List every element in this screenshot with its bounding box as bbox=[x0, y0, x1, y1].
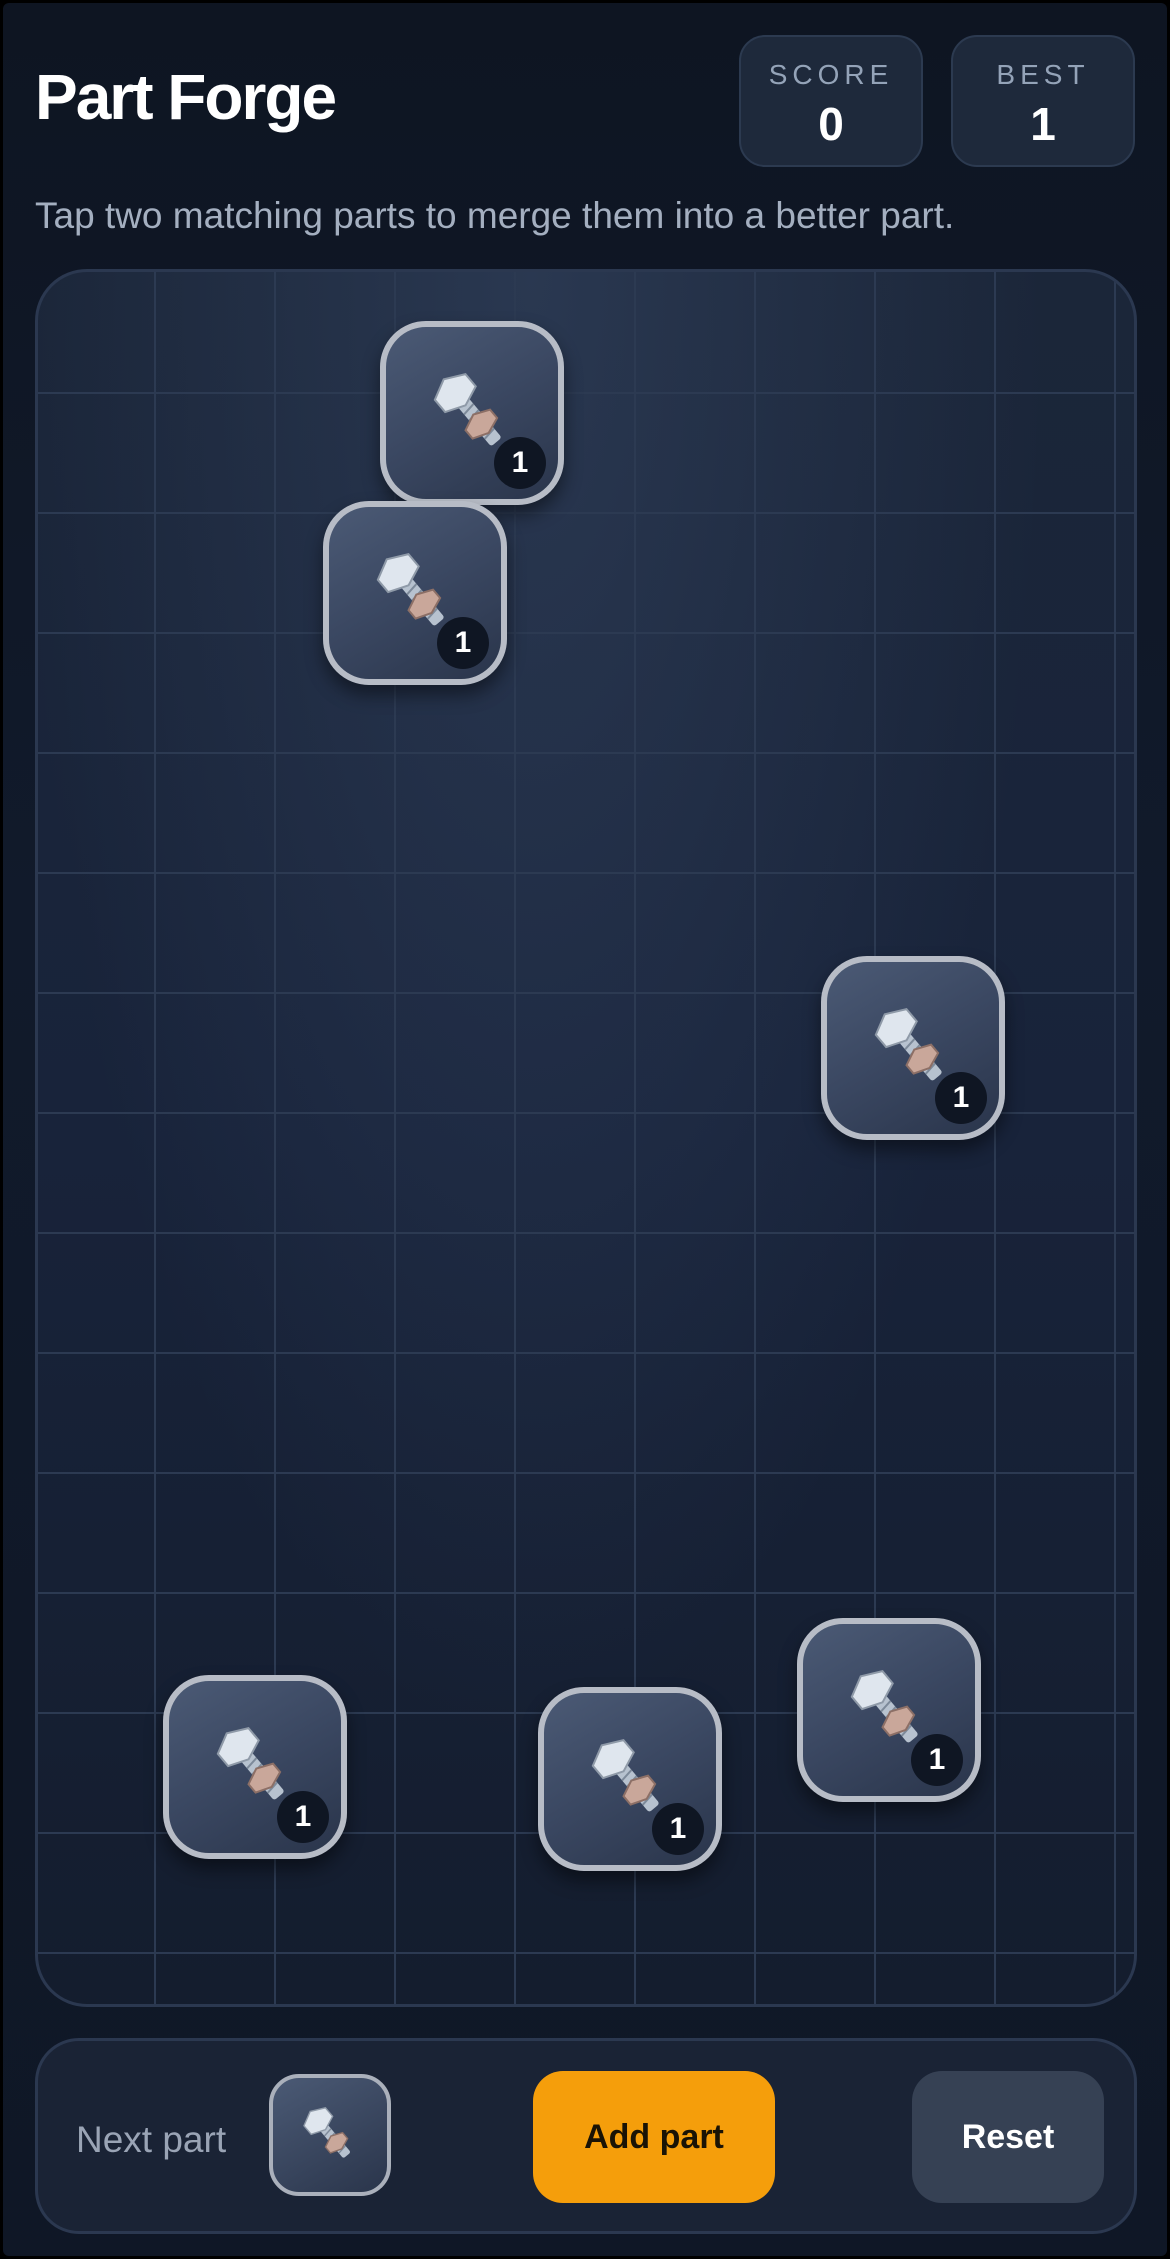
bolt-and-nut-icon bbox=[303, 2106, 350, 2158]
next-part-label: Next part bbox=[76, 2119, 227, 2160]
control-bar: Next part Add part Reset bbox=[35, 2038, 1137, 2234]
part-tile[interactable]: 1 bbox=[163, 1675, 347, 1859]
part-tile[interactable]: 1 bbox=[380, 321, 564, 505]
score-label: SCORE bbox=[768, 59, 894, 90]
tile-level-badge: 1 bbox=[935, 1072, 987, 1124]
part-tile[interactable]: 1 bbox=[323, 501, 507, 685]
tile-level-badge: 1 bbox=[494, 437, 546, 489]
score-box: SCORE 0 bbox=[739, 35, 923, 167]
best-value: 1 bbox=[1030, 98, 1056, 150]
tile-level-badge: 1 bbox=[277, 1791, 329, 1843]
game-screen: Part Forge SCORE 0 BEST 1 Tap two matchi… bbox=[3, 3, 1167, 2256]
best-box: BEST 1 bbox=[951, 35, 1135, 167]
game-title: Part Forge bbox=[35, 61, 337, 133]
score-value: 0 bbox=[818, 98, 844, 150]
part-tile[interactable]: 1 bbox=[821, 956, 1005, 1140]
add-part-button[interactable]: Add part bbox=[533, 2071, 775, 2203]
next-part-preview bbox=[269, 2074, 391, 2196]
reset-button[interactable]: Reset bbox=[912, 2071, 1104, 2203]
merge-board[interactable]: 1 1 1 1 1 1 bbox=[35, 269, 1137, 2007]
part-tile[interactable]: 1 bbox=[538, 1687, 722, 1871]
instructions-text: Tap two matching parts to merge them int… bbox=[35, 195, 955, 236]
best-label: BEST bbox=[996, 59, 1090, 90]
part-tile[interactable]: 1 bbox=[797, 1618, 981, 1802]
tile-level-badge: 1 bbox=[652, 1803, 704, 1855]
tile-level-badge: 1 bbox=[911, 1734, 963, 1786]
tile-level-badge: 1 bbox=[437, 617, 489, 669]
